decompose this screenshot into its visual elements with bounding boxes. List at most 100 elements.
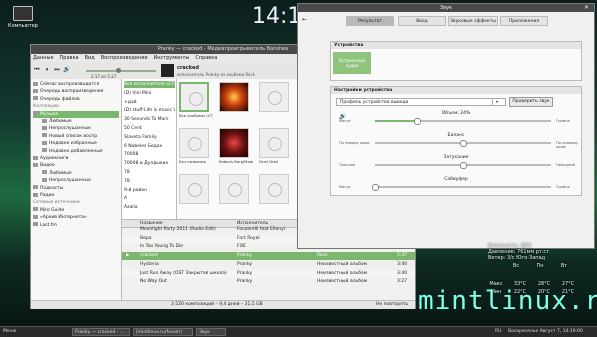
sidebar-item-label: Непрослушанные: [49, 178, 91, 184]
artist-item[interactable]: 78: [124, 169, 175, 176]
seek-knob[interactable]: [116, 68, 121, 73]
sidebar-item[interactable]: Сейчас воспроизводится: [33, 81, 119, 88]
artist-item[interactable]: Slaveta Family: [124, 134, 175, 141]
album-cover[interactable]: [219, 82, 249, 112]
table-row[interactable]: ▶ cracked Pranky Rock 5:37: [122, 252, 415, 261]
sidebar-item[interactable]: Видео: [33, 162, 119, 169]
sidebar-item[interactable]: Last.fm: [33, 222, 119, 229]
artist-item[interactable]: Все исполнители (27): [124, 81, 175, 88]
volume-icon[interactable]: 🔊: [63, 66, 71, 74]
artist-item[interactable]: 30 Seconds To Mars: [124, 116, 175, 123]
sidebar-item[interactable]: Недавно добавленные: [33, 148, 119, 155]
sidebar-item[interactable]: Непрослушанные: [33, 177, 119, 184]
album-cover[interactable]: [259, 128, 289, 158]
sidebar-item-label: Коллекции: [33, 104, 60, 110]
balance-slider-thumb[interactable]: [460, 140, 467, 147]
sidebar-item[interactable]: Радио: [33, 192, 119, 199]
album-cover[interactable]: [219, 128, 249, 158]
album-cover[interactable]: [259, 174, 289, 204]
subwoofer-slider[interactable]: [372, 184, 551, 191]
balance-slider[interactable]: [375, 140, 551, 147]
artist-item[interactable]: Azalia: [124, 204, 175, 211]
task-sound[interactable]: Звук: [196, 328, 226, 336]
sidebar-item[interactable]: Непрослушанные: [33, 125, 119, 132]
repeat-toggle[interactable]: Не повторять: [376, 301, 408, 309]
sidebar-item[interactable]: Любимые: [33, 118, 119, 125]
test-sound-button[interactable]: Проверить звук: [509, 97, 553, 107]
menu-item[interactable]: Данные: [33, 54, 54, 62]
menu-button[interactable]: Меню: [3, 328, 16, 336]
menu-item[interactable]: Вид: [85, 54, 95, 62]
sidebar-item[interactable]: Любимые: [33, 170, 119, 177]
table-cell: Hysteria: [140, 261, 159, 267]
seek-bar[interactable]: [86, 70, 156, 72]
sidebar-item[interactable]: Подкасты: [33, 185, 119, 192]
artist-item[interactable]: 9-й район: [124, 187, 175, 194]
menu-item[interactable]: Инструменты: [154, 54, 190, 62]
sidebar-item-label: Новый список воспр.: [49, 133, 99, 139]
sidebar-item[interactable]: Музыка: [33, 110, 119, 118]
album-cover[interactable]: [179, 174, 209, 204]
menu-item[interactable]: Правка: [60, 54, 79, 62]
task-player[interactable]: Pranky — cracked - ...: [72, 328, 130, 336]
status-text: 3 520 композиций – 9,4 дней – 31,5 GB: [171, 302, 263, 307]
close-icon[interactable]: ✕: [584, 4, 589, 12]
sidebar-item[interactable]: «Архив Интернета»: [33, 214, 119, 221]
menu-item[interactable]: Справка: [195, 54, 217, 62]
volume-slider[interactable]: [375, 118, 551, 125]
volume-slider-thumb[interactable]: [414, 118, 422, 125]
artist-item[interactable]: A: [124, 195, 175, 202]
keyboard-layout[interactable]: RU: [495, 328, 501, 336]
sidebar-item[interactable]: Новый список воспр.: [33, 133, 119, 140]
volume-min-label: Мягче: [339, 119, 351, 123]
next-icon[interactable]: ⏭: [53, 66, 61, 74]
tab-applications[interactable]: Приложения: [500, 16, 548, 26]
wind-text: Ветер: 3/с Юго-Запад: [488, 255, 546, 261]
artist-item[interactable]: 50 Cent: [124, 125, 175, 132]
status-bar: 3 520 композиций – 9,4 дней – 31,5 GB Не…: [31, 300, 415, 309]
table-cell: Pranky: [237, 270, 253, 276]
task-browser[interactable]: [mintlinux.ru/forum]: [133, 328, 193, 336]
artist-item[interactable]: 70008 и Дулдыкин: [124, 160, 175, 167]
source-icon: [33, 185, 38, 190]
table-row[interactable]: Just Run Away (OST Закрытая школа) Pranky…: [122, 269, 415, 278]
output-profile-select[interactable]: Профиль устройства вывода: [336, 98, 506, 106]
balance-min-label: По левому краю: [339, 141, 370, 145]
device-builtin-audio[interactable]: Встроенный аудио: [333, 52, 371, 74]
sound-tabs: Результат Ввод Звуковые эффекты Приложен…: [298, 14, 594, 27]
tab-input[interactable]: Ввод: [398, 16, 446, 26]
artist-item[interactable]: 70008: [124, 151, 175, 158]
sidebar-item[interactable]: Очередь файлов: [33, 96, 119, 103]
table-row[interactable]: Hysteria Pranky Неизвестный альбом 3:40: [122, 261, 415, 269]
computer-desktop-icon[interactable]: Компьютер: [3, 6, 43, 29]
sidebar-item[interactable]: Miro Guide: [33, 207, 119, 214]
album-cover[interactable]: [179, 128, 209, 158]
tab-output[interactable]: Результат: [346, 16, 394, 26]
device-settings-header: Настройки устройства: [331, 87, 581, 94]
datetime[interactable]: Воскресенье Август 7, 14:19:00: [508, 328, 583, 336]
table-row[interactable]: No Way Out Pranky Неизвестный альбом 3:27: [122, 278, 415, 286]
artist-item[interactable]: 78: [124, 178, 175, 185]
table-cell: Неизвестный альбом: [317, 270, 368, 276]
subwoofer-slider-thumb[interactable]: [372, 184, 379, 191]
album-caption: Kabaris BorgiMaani: [219, 159, 253, 164]
sidebar-item[interactable]: Недавно избранные: [33, 140, 119, 147]
prev-icon[interactable]: ⏮: [33, 66, 41, 74]
tab-sound-effects[interactable]: Звуковые эффекты: [448, 16, 498, 26]
fade-slider[interactable]: [375, 162, 551, 169]
album-cover[interactable]: [179, 82, 209, 112]
sound-titlebar[interactable]: Звук: [298, 4, 594, 12]
artist-item[interactable]: 6 Nobeles Бедах: [124, 143, 175, 150]
menu-item[interactable]: Воспроизведение: [101, 54, 148, 62]
artist-item[interactable]: (D) stuff-Life is music V...: [124, 107, 175, 114]
fade-slider-thumb[interactable]: [460, 162, 467, 169]
pause-icon[interactable]: ⏸: [43, 66, 51, 74]
sidebar-item[interactable]: Очередь воспроизведения: [33, 88, 119, 95]
album-cover[interactable]: [259, 82, 289, 112]
artist-item[interactable]: (D) Vini Mini: [124, 90, 175, 97]
artist-item[interactable]: +дай: [124, 99, 175, 106]
source-icon: [42, 118, 47, 123]
chevron-down-icon[interactable]: ▾: [492, 98, 501, 106]
album-cover[interactable]: [219, 174, 249, 204]
sidebar-item[interactable]: Аудиокниги: [33, 155, 119, 162]
